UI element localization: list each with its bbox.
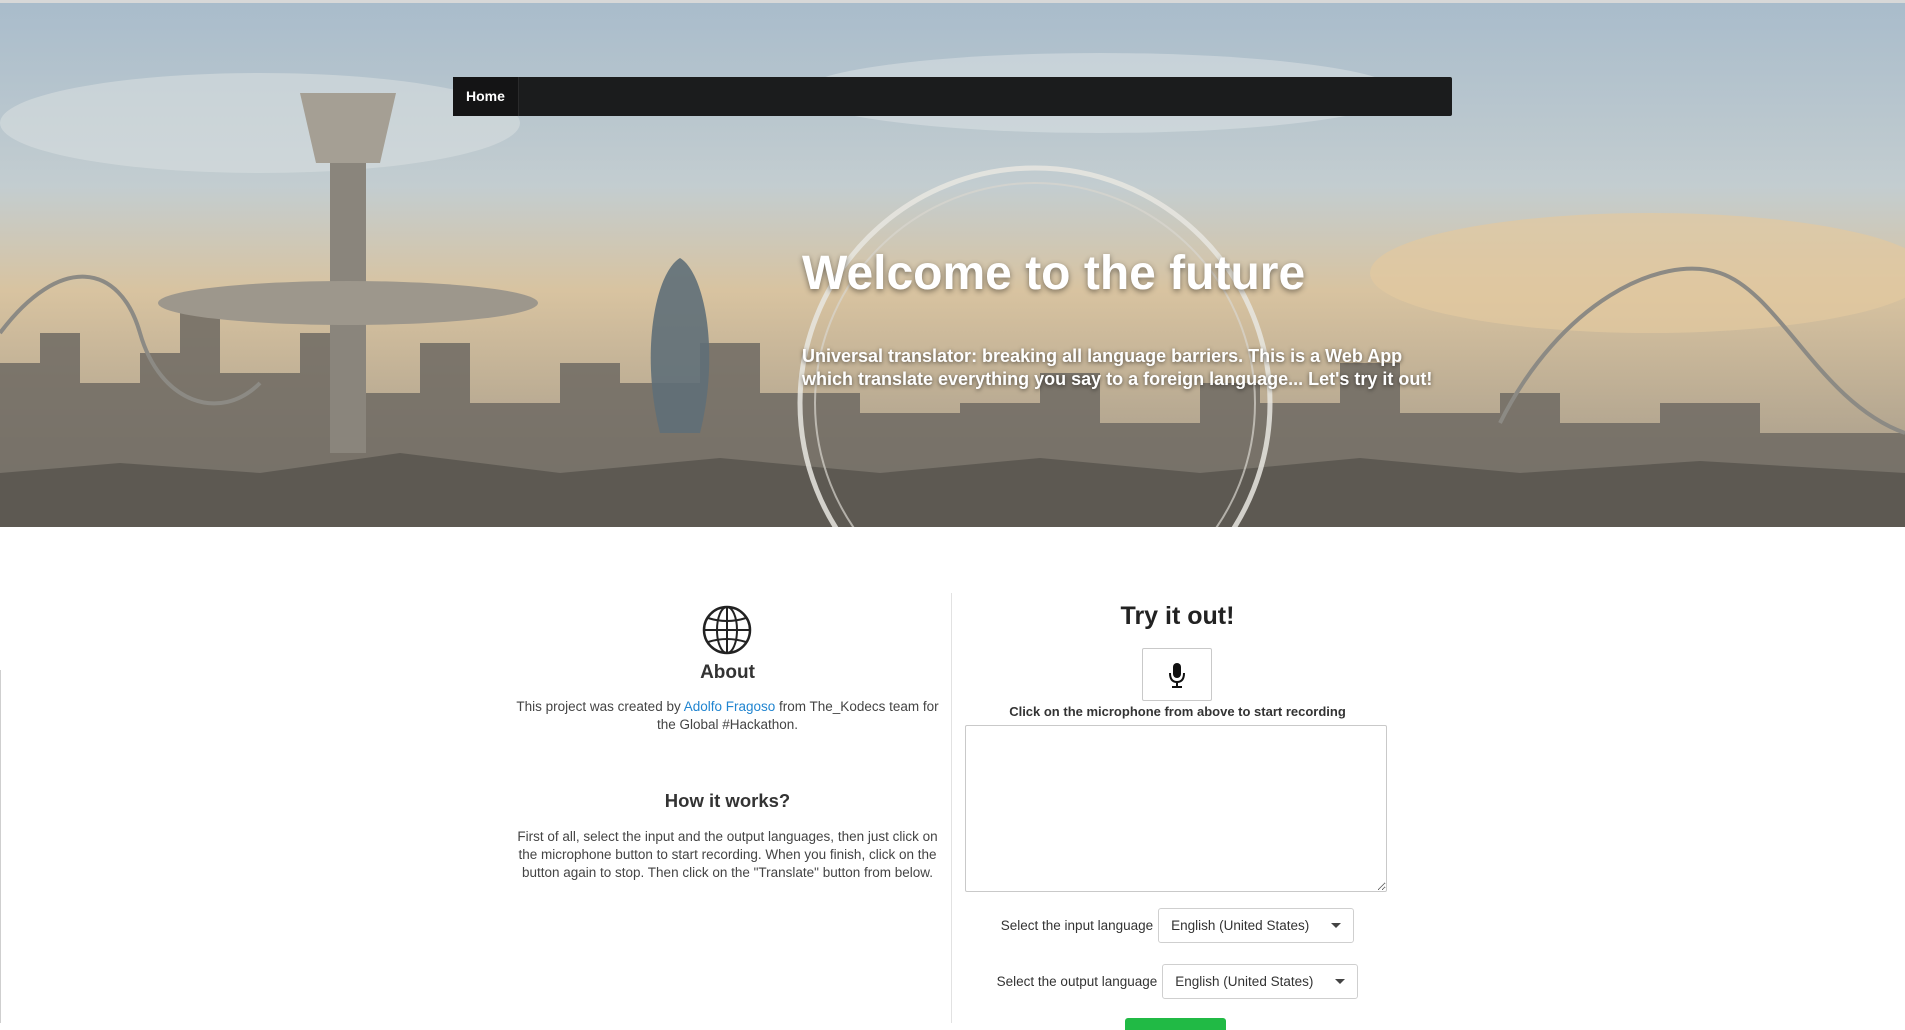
microphone-button[interactable] — [1142, 648, 1212, 701]
microphone-icon — [1169, 662, 1185, 688]
hero-subtitle: Universal translator: breaking all langu… — [802, 346, 1433, 389]
input-language-value: English (United States) — [1171, 918, 1310, 933]
chevron-down-icon — [1331, 923, 1342, 928]
output-language-row: Select the output language English (Unit… — [965, 964, 1390, 999]
about-heading: About — [700, 662, 755, 683]
author-link[interactable]: Adolfo Fragoso — [684, 699, 776, 714]
globe-icon — [702, 605, 752, 655]
output-language-label: Select the output language — [996, 974, 1158, 989]
translate-button[interactable] — [1125, 1018, 1226, 1030]
about-text: This project was created by Adolfo Frago… — [515, 698, 940, 734]
output-language-select[interactable]: English (United States) — [1162, 964, 1359, 999]
try-heading: Try it out! — [1120, 602, 1235, 630]
output-language-value: English (United States) — [1175, 974, 1314, 989]
how-text: First of all, select the input and the o… — [517, 829, 938, 880]
about-text-before: This project was created by — [516, 699, 684, 714]
input-language-row: Select the input language English (Unite… — [965, 908, 1390, 943]
transcript-textarea[interactable] — [965, 725, 1387, 892]
input-language-label: Select the input language — [1000, 918, 1154, 933]
input-language-select[interactable]: English (United States) — [1158, 908, 1355, 943]
how-heading: How it works? — [664, 790, 791, 811]
recording-hint: Click on the microphone from above to st… — [1009, 704, 1346, 719]
column-divider — [951, 593, 952, 1023]
chevron-down-icon — [1335, 979, 1346, 984]
nav-home-link[interactable]: Home — [453, 77, 519, 116]
navbar: Home — [453, 77, 1452, 116]
hero-title: Welcome to the future — [802, 247, 1306, 300]
hero-banner: Home Welcome to the future Universal tra… — [0, 0, 1905, 527]
page-left-border — [0, 670, 1, 1023]
